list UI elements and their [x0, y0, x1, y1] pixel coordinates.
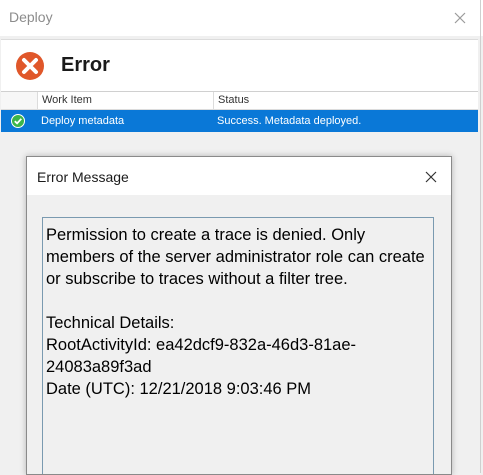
grid-header-blank — [1, 92, 37, 109]
close-icon — [425, 171, 437, 183]
column-header-work-item[interactable]: Work Item — [37, 92, 213, 109]
dialog-close-button[interactable] — [419, 165, 443, 189]
window-close-button[interactable] — [446, 4, 474, 32]
header-title: Error — [61, 54, 110, 76]
error-icon — [16, 52, 44, 80]
success-check-icon — [11, 114, 25, 128]
deploy-window: Deploy Error Work Item Status Deploy met… — [0, 0, 483, 475]
window-title: Deploy — [9, 9, 53, 25]
error-message-dialog: Error Message Permission to create a tra… — [26, 156, 452, 475]
close-icon — [454, 12, 466, 24]
error-header: Error — [1, 39, 478, 92]
dialog-title: Error Message — [37, 169, 129, 185]
dialog-title-bar: Error Message — [27, 157, 451, 195]
grid-header: Work Item Status — [1, 92, 478, 110]
column-header-status[interactable]: Status — [213, 92, 478, 109]
error-message-text[interactable]: Permission to create a trace is denied. … — [42, 217, 434, 474]
table-row[interactable]: Deploy metadata Success. Metadata deploy… — [1, 110, 478, 132]
title-bar: Deploy — [0, 0, 483, 36]
row-status: Success. Metadata deployed. — [217, 115, 362, 127]
row-work-item: Deploy metadata — [41, 115, 125, 127]
window-border — [480, 0, 481, 473]
